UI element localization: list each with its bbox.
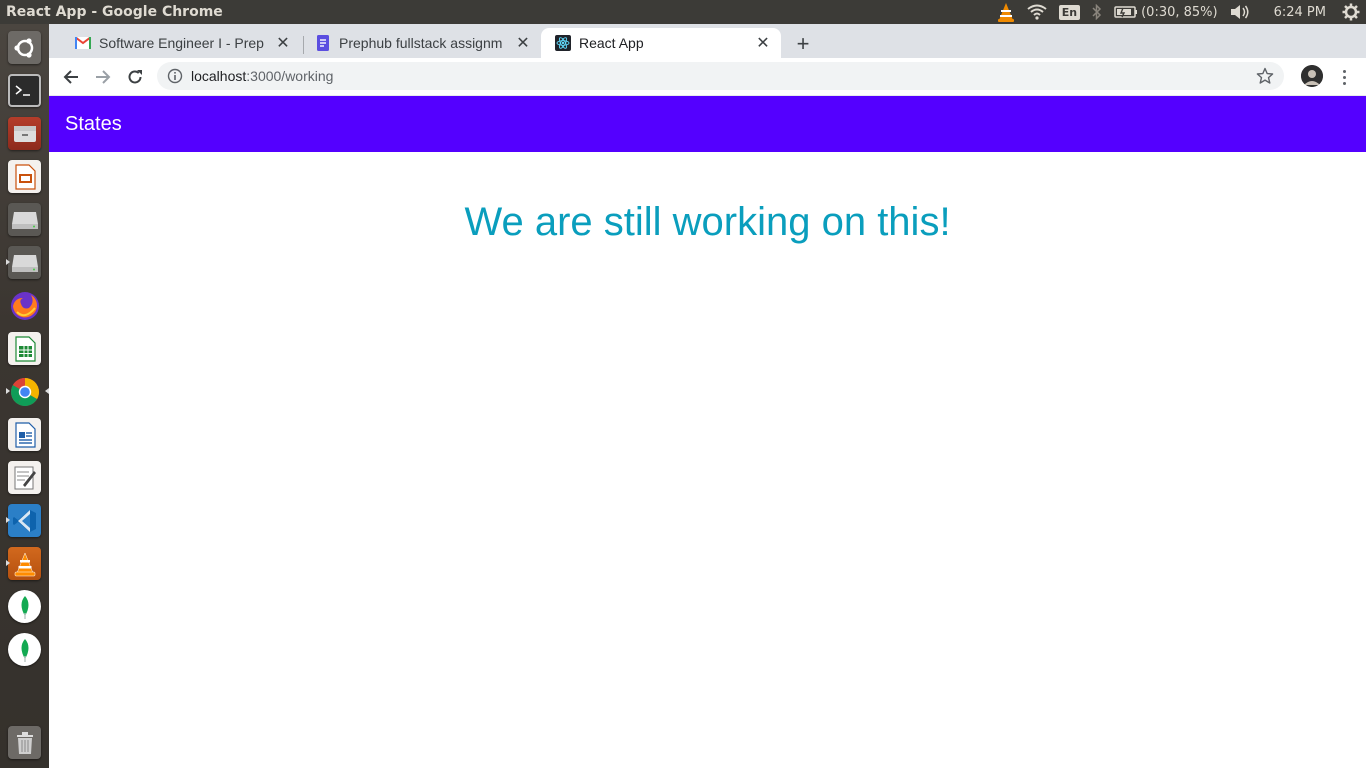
close-icon[interactable]: ✕ xyxy=(755,35,771,52)
keyboard-layout-label: En xyxy=(1058,4,1081,20)
document-icon xyxy=(8,418,41,451)
vlc-icon xyxy=(8,547,41,580)
tab-react-app[interactable]: React App ✕ xyxy=(541,28,781,58)
react-icon xyxy=(555,35,571,51)
running-indicator xyxy=(6,259,10,265)
tab-title: Prephub fullstack assignm xyxy=(339,35,503,51)
chrome-icon xyxy=(8,375,41,408)
gear-icon[interactable] xyxy=(1342,0,1360,24)
forward-button[interactable] xyxy=(89,63,117,91)
running-indicator xyxy=(6,388,10,394)
new-tab-button[interactable]: + xyxy=(789,30,817,58)
running-indicator xyxy=(6,517,10,523)
bookmark-star-icon[interactable] xyxy=(1256,67,1274,88)
bluetooth-icon[interactable] xyxy=(1092,0,1102,24)
close-icon[interactable]: ✕ xyxy=(275,35,291,52)
vscode-icon xyxy=(8,504,41,537)
reload-icon xyxy=(128,70,142,84)
hard-disk-icon xyxy=(8,203,41,236)
launcher-dash[interactable] xyxy=(6,29,43,66)
ubuntu-logo-icon xyxy=(8,31,41,64)
launcher-disk-1[interactable] xyxy=(6,201,43,238)
web-page: States We are still working on this! xyxy=(49,96,1366,768)
close-icon[interactable]: ✕ xyxy=(515,35,531,52)
battery-icon[interactable]: (0:30, 85%) xyxy=(1114,0,1218,24)
launcher-text-editor[interactable] xyxy=(6,459,43,496)
launcher-calc[interactable] xyxy=(6,330,43,367)
window-title: React App - Google Chrome xyxy=(6,4,223,20)
unity-launcher xyxy=(0,24,49,768)
spreadsheet-icon xyxy=(8,332,41,365)
system-top-panel: React App - Google Chrome En (0:30, 85%)… xyxy=(0,0,1366,24)
indicator-area: En (0:30, 85%) 6:24 PM xyxy=(991,0,1366,24)
url-path: :3000/working xyxy=(246,68,334,84)
impress-icon xyxy=(8,160,41,193)
launcher-vlc[interactable] xyxy=(6,545,43,582)
browser-toolbar: localhost:3000/working xyxy=(49,58,1366,96)
address-bar[interactable]: localhost:3000/working xyxy=(157,62,1284,90)
launcher-impress[interactable] xyxy=(6,158,43,195)
tab-title: React App xyxy=(579,35,644,51)
launcher-mongodb-2[interactable] xyxy=(6,631,43,668)
wifi-icon[interactable] xyxy=(1027,0,1047,24)
tab-title: Software Engineer I - Prep xyxy=(99,35,264,51)
hard-disk-icon xyxy=(8,246,41,279)
launcher-chrome[interactable] xyxy=(6,373,49,410)
keyboard-layout-icon[interactable]: En xyxy=(1058,0,1081,24)
browser-tab-strip: Software Engineer I - Prep ✕ Prephub ful… xyxy=(49,24,1366,58)
files-icon xyxy=(8,117,41,150)
url-host: localhost xyxy=(191,68,247,84)
mongodb-leaf-icon xyxy=(8,633,41,666)
launcher-firefox[interactable] xyxy=(6,287,43,324)
firefox-icon xyxy=(8,289,41,322)
launcher-trash[interactable] xyxy=(6,724,43,761)
tab-docs[interactable]: Prephub fullstack assignm ✕ xyxy=(301,28,541,58)
reload-button[interactable] xyxy=(121,63,149,91)
back-arrow-icon xyxy=(63,70,78,84)
back-button[interactable] xyxy=(57,63,85,91)
launcher-mongodb-1[interactable] xyxy=(6,588,43,625)
battery-status-text: (0:30, 85%) xyxy=(1141,4,1218,20)
app-bar: States xyxy=(49,96,1366,152)
info-icon[interactable] xyxy=(167,68,183,84)
gmail-icon xyxy=(75,35,91,51)
volume-icon[interactable] xyxy=(1230,0,1250,24)
app-bar-title[interactable]: States xyxy=(65,113,122,136)
tab-gmail[interactable]: Software Engineer I - Prep ✕ xyxy=(61,28,301,58)
launcher-writer[interactable] xyxy=(6,416,43,453)
docs-icon xyxy=(315,35,331,51)
clock[interactable]: 6:24 PM xyxy=(1274,0,1326,24)
launcher-terminal[interactable] xyxy=(6,72,43,109)
launcher-files[interactable] xyxy=(6,115,43,152)
running-indicator xyxy=(6,560,10,566)
launcher-disk-2[interactable] xyxy=(6,244,43,281)
browser-menu-icon[interactable] xyxy=(1335,63,1353,91)
mongodb-leaf-icon xyxy=(8,590,41,623)
vlc-tray-icon[interactable] xyxy=(997,0,1015,24)
forward-arrow-icon xyxy=(96,70,111,84)
trash-icon xyxy=(8,726,41,759)
text-editor-icon xyxy=(8,461,41,494)
terminal-icon xyxy=(8,74,41,107)
under-construction-message: We are still working on this! xyxy=(464,200,951,244)
launcher-vscode[interactable] xyxy=(6,502,43,539)
profile-avatar[interactable] xyxy=(1301,65,1323,87)
